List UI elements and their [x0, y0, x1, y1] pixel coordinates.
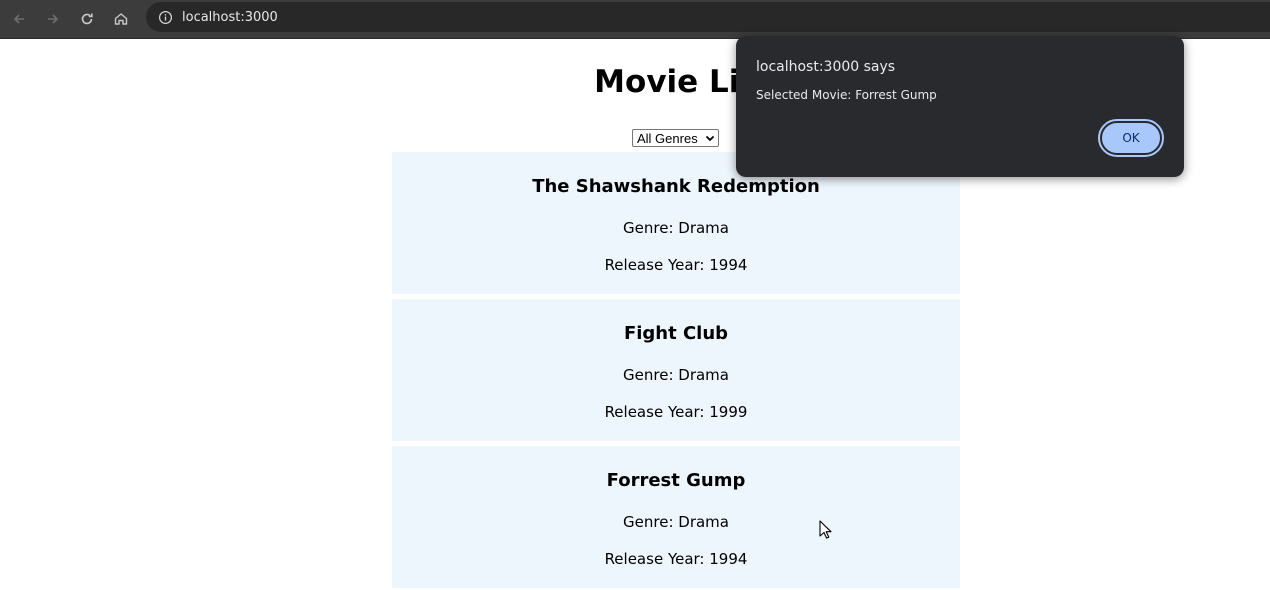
movie-genre: Genre: Drama — [623, 513, 729, 531]
movie-year: Release Year: 1994 — [604, 256, 748, 274]
info-icon[interactable] — [157, 9, 173, 25]
movie-title: Forrest Gump — [606, 470, 746, 491]
alert-dialog: localhost:3000 says Selected Movie: Forr… — [736, 36, 1184, 177]
address-bar[interactable]: localhost:3000 — [146, 2, 1270, 32]
movie-list: The Shawshank Redemption Genre: Drama Re… — [392, 152, 960, 590]
movie-card[interactable]: Fight Club Genre: Drama Release Year: 19… — [392, 299, 960, 441]
home-button[interactable] — [107, 5, 135, 33]
movie-year: Release Year: 1999 — [604, 403, 748, 421]
movie-title: The Shawshank Redemption — [532, 176, 820, 197]
genre-select[interactable]: All Genres — [632, 129, 719, 147]
forward-button[interactable] — [39, 5, 67, 33]
home-icon — [114, 13, 128, 25]
genre-select-value: All Genres — [637, 130, 698, 146]
alert-message: Selected Movie: Forrest Gump — [756, 88, 937, 102]
reload-icon — [81, 13, 93, 25]
movie-genre: Genre: Drama — [623, 366, 729, 384]
forward-icon — [48, 14, 59, 24]
back-button[interactable] — [5, 5, 33, 33]
browser-toolbar: localhost:3000 — [0, 0, 1270, 39]
reload-button[interactable] — [73, 5, 101, 33]
back-icon — [13, 14, 24, 24]
chevron-down-icon — [705, 135, 715, 142]
mouse-cursor-icon — [819, 520, 832, 539]
movie-genre: Genre: Drama — [623, 219, 729, 237]
ok-button[interactable]: OK — [1098, 119, 1164, 157]
alert-origin: localhost:3000 says — [756, 59, 896, 75]
movie-year: Release Year: 1994 — [604, 550, 748, 568]
movie-card[interactable]: Forrest Gump Genre: Drama Release Year: … — [392, 446, 960, 588]
url-text: localhost:3000 — [182, 9, 278, 25]
movie-title: Fight Club — [623, 323, 729, 344]
